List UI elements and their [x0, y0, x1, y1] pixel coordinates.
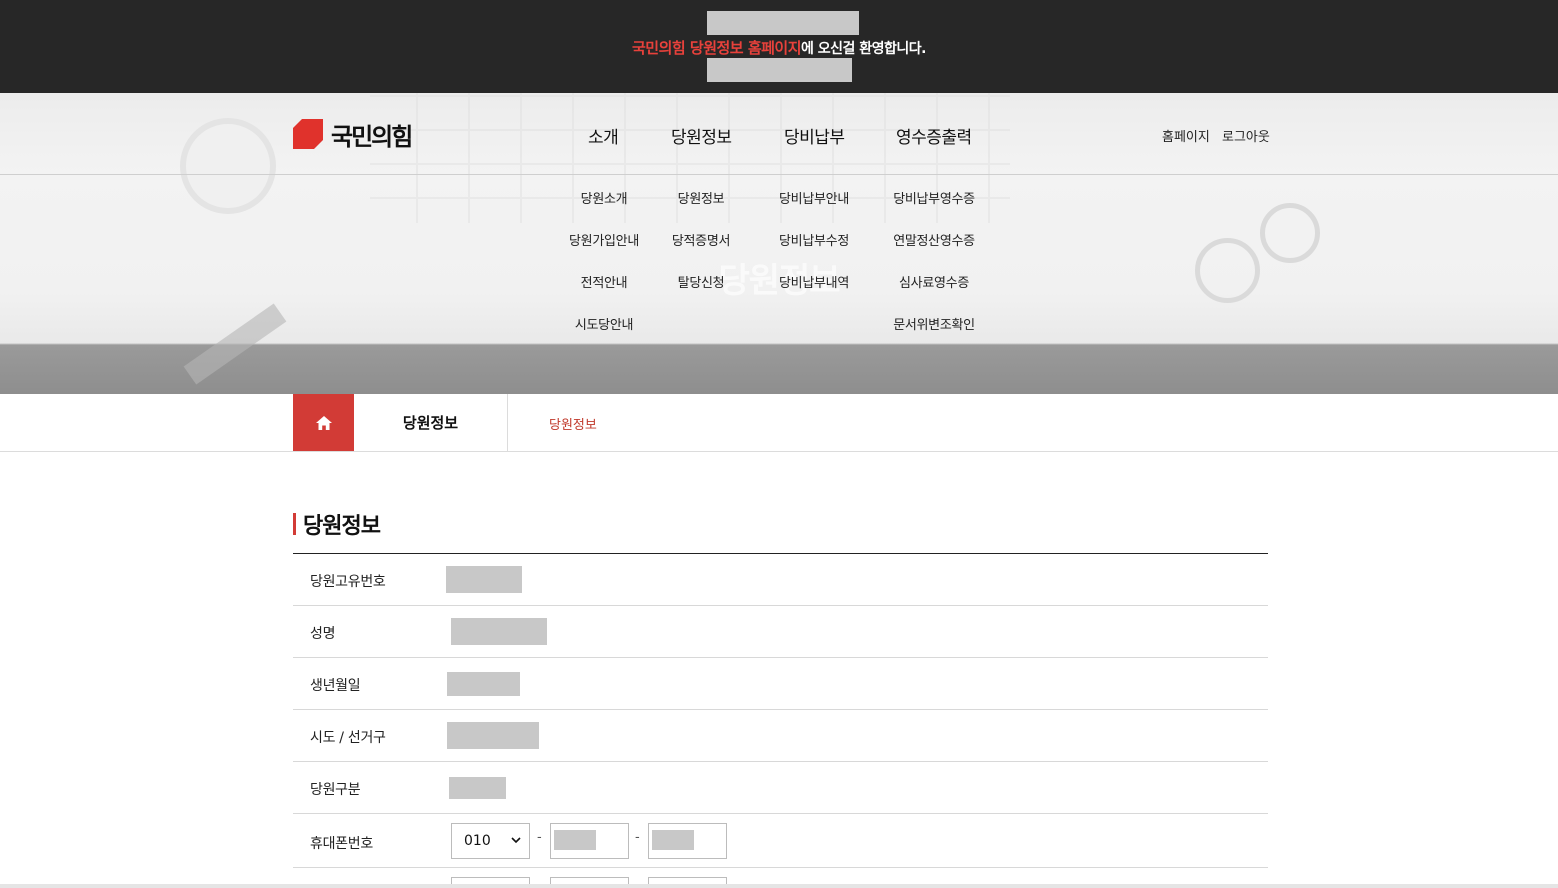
gnb-item-receipt[interactable]: 영수증출력 — [896, 123, 972, 148]
submenu-item[interactable]: 시도당안내 — [575, 314, 634, 333]
logo-text: 국민의힘 — [331, 122, 413, 151]
title-accent-bar — [293, 513, 296, 535]
page-title-text: 당원정보 — [303, 514, 381, 539]
submenu-item[interactable]: 당비납부내역 — [779, 272, 849, 291]
table-row: 성명 — [293, 606, 1268, 658]
submenu-item[interactable]: 전적안내 — [581, 272, 628, 291]
submenu-item[interactable]: 당원가입안내 — [569, 230, 639, 249]
breadcrumb-current[interactable]: 당원정보 — [354, 394, 508, 451]
breadcrumb-sub[interactable]: 당원정보 — [549, 414, 597, 433]
row-label: 휴대폰번호 — [310, 836, 373, 852]
row-label: 당원구분 — [310, 782, 361, 798]
phone-middle-input[interactable] — [550, 823, 629, 859]
welcome-bar: 국민의힘 당원정보 홈페이지에 오신걸 환영합니다. — [0, 0, 1558, 93]
redacted-block — [707, 58, 852, 82]
phone-prefix-value: 010 — [464, 833, 491, 849]
row-label: 시도 / 선거구 — [310, 730, 386, 746]
phone-last-input[interactable] — [648, 823, 727, 859]
row-label: 생년월일 — [310, 678, 361, 694]
home-icon — [315, 415, 332, 430]
submenu-item[interactable]: 당비납부수정 — [779, 230, 849, 249]
redacted-value — [652, 830, 694, 850]
submenu-item[interactable]: 당원정보 — [678, 188, 725, 207]
submenu-item[interactable]: 문서위변조확인 — [893, 314, 975, 333]
homepage-link[interactable]: 홈페이지 — [1162, 126, 1210, 145]
logo-icon — [293, 119, 323, 149]
submenu-item[interactable]: 연말정산영수증 — [893, 230, 975, 249]
submenu-item[interactable]: 심사료영수증 — [899, 272, 969, 291]
table-row: 시도 / 선거구 — [293, 710, 1268, 762]
redacted-value — [451, 618, 547, 645]
table-row: 당원구분 — [293, 762, 1268, 814]
row-label: 당원고유번호 — [310, 574, 386, 590]
gnb-item-dues[interactable]: 당비납부 — [784, 123, 845, 148]
member-info-table: 당원고유번호 성명 생년월일 시도 / 선거구 당원구분 휴대폰번호 010 -… — [293, 553, 1268, 888]
table-row: 생년월일 — [293, 658, 1268, 710]
gnb-item-member-info[interactable]: 당원정보 — [671, 123, 732, 148]
redacted-value — [447, 722, 539, 749]
redacted-value — [447, 672, 520, 696]
submenu-item[interactable]: 당비납부안내 — [779, 188, 849, 207]
row-label: 성명 — [310, 626, 336, 642]
breadcrumb: 당원정보 당원정보 — [0, 394, 1558, 452]
submenu-item[interactable]: 당적증명서 — [672, 230, 731, 249]
page-title: 당원정보 — [293, 509, 381, 539]
welcome-highlight: 국민의힘 당원정보 홈페이지 — [631, 39, 802, 57]
scroll-edge — [0, 884, 1558, 888]
redacted-value — [449, 777, 506, 799]
nav-divider — [0, 174, 1558, 175]
submenu-item[interactable]: 당비납부영수증 — [893, 188, 975, 207]
redacted-value — [446, 566, 522, 593]
phone-separator: - — [537, 830, 542, 845]
welcome-message: 국민의힘 당원정보 홈페이지에 오신걸 환영합니다. — [0, 37, 1558, 58]
table-row: 당원고유번호 — [293, 554, 1268, 606]
gnb-item-intro[interactable]: 소개 — [588, 123, 619, 148]
redacted-value — [554, 830, 596, 850]
ruler-decoration — [183, 303, 287, 385]
phone-separator: - — [635, 830, 640, 845]
logout-link[interactable]: 로그아웃 — [1222, 126, 1270, 145]
redacted-block — [707, 11, 859, 35]
chevron-down-icon — [511, 837, 521, 844]
phone-prefix-select[interactable]: 010 — [451, 823, 530, 859]
submenu-item[interactable]: 당원소개 — [581, 188, 628, 207]
welcome-rest: 에 오신걸 환영합니다. — [801, 41, 927, 57]
home-button[interactable] — [293, 394, 354, 451]
site-logo[interactable]: 국민의힘 — [293, 118, 413, 151]
submenu-item[interactable]: 탈당신청 — [678, 272, 725, 291]
cup-decoration — [180, 118, 276, 214]
table-row: 휴대폰번호 010 - - — [293, 814, 1268, 868]
